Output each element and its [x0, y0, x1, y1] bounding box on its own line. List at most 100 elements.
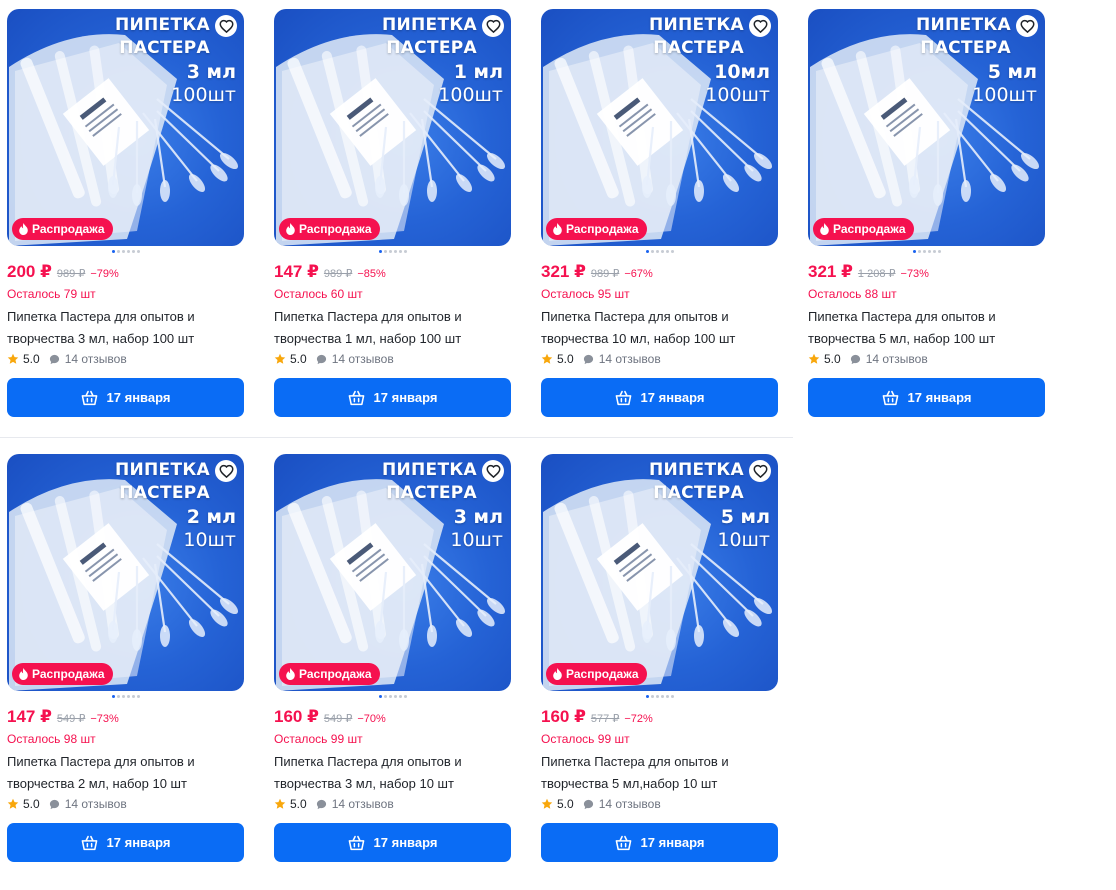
slide-dot[interactable]: [136, 695, 140, 698]
image-slide-dots[interactable]: [541, 250, 778, 254]
product-image[interactable]: ПИПЕТКА ПАСТЕРА 1 мл 100шт Распродажа: [274, 9, 511, 246]
add-to-cart-button[interactable]: 17 января: [274, 378, 511, 417]
reviews-link[interactable]: 14 отзывов: [316, 797, 394, 811]
slide-dot[interactable]: [126, 695, 130, 698]
product-image[interactable]: ПИПЕТКА ПАСТЕРА 5 мл 100шт Распродажа: [808, 9, 1045, 246]
slide-dot[interactable]: [121, 250, 125, 253]
product-card-7[interactable]: ПИПЕТКА ПАСТЕРА 5 мл 10шт Распродажа 160 …: [541, 454, 778, 862]
image-slide-dots[interactable]: [274, 695, 511, 699]
add-to-cart-button[interactable]: 17 января: [274, 823, 511, 862]
product-title[interactable]: Пипетка Пастера для опытов и творчества …: [541, 306, 778, 350]
slide-dot[interactable]: [116, 250, 120, 253]
slide-dot[interactable]: [398, 250, 402, 253]
image-slide-dots[interactable]: [541, 695, 778, 699]
product-card-5[interactable]: ПИПЕТКА ПАСТЕРА 2 мл 10шт Распродажа 147 …: [7, 454, 244, 862]
slide-dot-active[interactable]: [645, 695, 649, 698]
image-caption-count: 100шт: [972, 84, 1037, 106]
slide-dot[interactable]: [932, 250, 936, 253]
slide-dot[interactable]: [660, 695, 664, 698]
slide-dot[interactable]: [655, 695, 659, 698]
slide-dot[interactable]: [650, 695, 654, 698]
image-caption-volume: 3 мл 100шт: [171, 61, 236, 107]
slide-dot[interactable]: [670, 250, 674, 253]
discount-percent: −85%: [357, 268, 386, 280]
current-price: 160 ₽: [541, 707, 586, 726]
slide-dot[interactable]: [388, 695, 392, 698]
slide-dot[interactable]: [655, 250, 659, 253]
slide-dot[interactable]: [937, 250, 941, 253]
reviews-count: 14 отзывов: [331, 797, 394, 811]
discount-percent: −73%: [900, 268, 929, 280]
image-slide-dots[interactable]: [7, 695, 244, 699]
product-card-3[interactable]: ПИПЕТКА ПАСТЕРА 10мл 100шт Распродажа 321…: [541, 9, 778, 417]
favorite-button[interactable]: [215, 460, 237, 482]
product-title[interactable]: Пипетка Пастера для опытов и творчества …: [541, 751, 778, 795]
add-to-cart-button[interactable]: 17 января: [7, 823, 244, 862]
reviews-link[interactable]: 14 отзывов: [583, 797, 661, 811]
slide-dot[interactable]: [403, 250, 407, 253]
slide-dot[interactable]: [917, 250, 921, 253]
reviews-link[interactable]: 14 отзывов: [316, 352, 394, 366]
slide-dot[interactable]: [665, 250, 669, 253]
reviews-link[interactable]: 14 отзывов: [850, 352, 928, 366]
slide-dot[interactable]: [121, 695, 125, 698]
slide-dot-active[interactable]: [111, 250, 115, 253]
slide-dot[interactable]: [927, 250, 931, 253]
favorite-button[interactable]: [1016, 15, 1038, 37]
product-card-2[interactable]: ПИПЕТКА ПАСТЕРА 1 мл 100шт Распродажа 147…: [274, 9, 511, 417]
slide-dot[interactable]: [393, 695, 397, 698]
product-title[interactable]: Пипетка Пастера для опытов и творчества …: [7, 751, 244, 795]
slide-dot[interactable]: [922, 250, 926, 253]
rating-value: 5.0: [23, 797, 40, 811]
slide-dot[interactable]: [383, 695, 387, 698]
slide-dot-active[interactable]: [378, 695, 382, 698]
product-title[interactable]: Пипетка Пастера для опытов и творчества …: [274, 751, 511, 795]
slide-dot[interactable]: [398, 695, 402, 698]
product-card-4[interactable]: ПИПЕТКА ПАСТЕРА 5 мл 100шт Распродажа 321…: [808, 9, 1045, 417]
slide-dot[interactable]: [388, 250, 392, 253]
slide-dot[interactable]: [393, 250, 397, 253]
image-slide-dots[interactable]: [7, 250, 244, 254]
slide-dot-active[interactable]: [645, 250, 649, 253]
product-card-6[interactable]: ПИПЕТКА ПАСТЕРА 3 мл 10шт Распродажа 160 …: [274, 454, 511, 862]
product-image[interactable]: ПИПЕТКА ПАСТЕРА 3 мл 10шт Распродажа: [274, 454, 511, 691]
slide-dot[interactable]: [665, 695, 669, 698]
favorite-button[interactable]: [482, 460, 504, 482]
product-title[interactable]: Пипетка Пастера для опытов и творчества …: [7, 306, 244, 350]
add-to-cart-button[interactable]: 17 января: [541, 378, 778, 417]
slide-dot[interactable]: [670, 695, 674, 698]
slide-dot[interactable]: [131, 695, 135, 698]
add-to-cart-button[interactable]: 17 января: [7, 378, 244, 417]
add-to-cart-button[interactable]: 17 января: [541, 823, 778, 862]
product-image[interactable]: ПИПЕТКА ПАСТЕРА 2 мл 10шт Распродажа: [7, 454, 244, 691]
product-title[interactable]: Пипетка Пастера для опытов и творчества …: [808, 306, 1045, 350]
image-slide-dots[interactable]: [808, 250, 1045, 254]
star-icon: [7, 353, 19, 364]
slide-dot[interactable]: [116, 695, 120, 698]
favorite-button[interactable]: [215, 15, 237, 37]
slide-dot-active[interactable]: [111, 695, 115, 698]
old-price: 989 ₽: [56, 268, 86, 280]
slide-dot[interactable]: [131, 250, 135, 253]
slide-dot[interactable]: [126, 250, 130, 253]
slide-dot[interactable]: [403, 695, 407, 698]
product-image[interactable]: ПИПЕТКА ПАСТЕРА 10мл 100шт Распродажа: [541, 9, 778, 246]
reviews-link[interactable]: 14 отзывов: [583, 352, 661, 366]
image-slide-dots[interactable]: [274, 250, 511, 254]
product-image[interactable]: ПИПЕТКА ПАСТЕРА 5 мл 10шт Распродажа: [541, 454, 778, 691]
favorite-button[interactable]: [749, 460, 771, 482]
slide-dot[interactable]: [383, 250, 387, 253]
reviews-link[interactable]: 14 отзывов: [49, 352, 127, 366]
product-image[interactable]: ПИПЕТКА ПАСТЕРА 3 мл 100шт Распродажа: [7, 9, 244, 246]
slide-dot-active[interactable]: [378, 250, 382, 253]
product-title[interactable]: Пипетка Пастера для опытов и творчества …: [274, 306, 511, 350]
add-to-cart-button[interactable]: 17 января: [808, 378, 1045, 417]
product-card-1[interactable]: ПИПЕТКА ПАСТЕРА 3 мл 100шт Распродажа 200…: [7, 9, 244, 417]
favorite-button[interactable]: [482, 15, 504, 37]
favorite-button[interactable]: [749, 15, 771, 37]
slide-dot-active[interactable]: [912, 250, 916, 253]
slide-dot[interactable]: [136, 250, 140, 253]
reviews-link[interactable]: 14 отзывов: [49, 797, 127, 811]
slide-dot[interactable]: [660, 250, 664, 253]
slide-dot[interactable]: [650, 250, 654, 253]
